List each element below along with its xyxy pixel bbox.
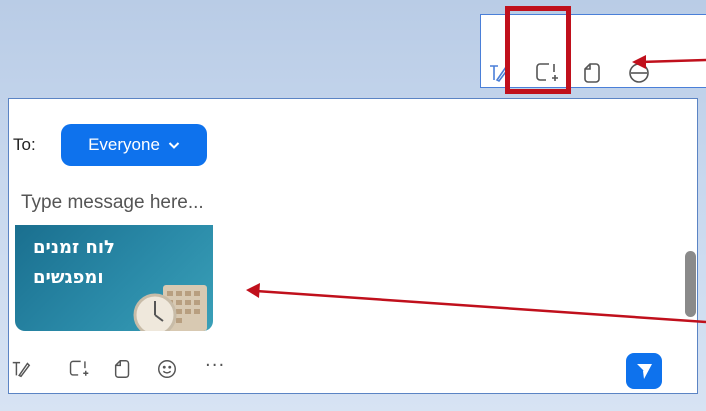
file-icon[interactable] bbox=[579, 59, 607, 87]
image-caption: לוח זמנים ומפגשים bbox=[33, 233, 115, 293]
recipient-dropdown[interactable]: Everyone bbox=[61, 124, 207, 166]
more-icon[interactable]: ··· bbox=[205, 355, 225, 376]
reaction-icon[interactable] bbox=[625, 59, 653, 87]
format-text-icon[interactable] bbox=[9, 357, 33, 381]
chat-toolbar: ··· bbox=[9, 347, 697, 389]
image-caption-line1: לוח זמנים bbox=[33, 237, 115, 258]
image-caption-line2: ומפגשים bbox=[33, 267, 104, 288]
highlight-box bbox=[505, 6, 571, 94]
recipient-label: Everyone bbox=[88, 135, 160, 154]
message-input[interactable] bbox=[21, 185, 661, 221]
file-icon[interactable] bbox=[111, 357, 135, 381]
screenshot-icon[interactable] bbox=[67, 357, 91, 381]
scrollbar-thumb[interactable] bbox=[685, 251, 696, 317]
emoji-icon[interactable] bbox=[155, 357, 179, 381]
chat-panel: To: Everyone לוח זמנים ומפגשים bbox=[8, 98, 698, 394]
send-icon bbox=[635, 363, 652, 379]
to-label: To: bbox=[13, 135, 36, 154]
clock-calendar-icon bbox=[133, 285, 207, 331]
image-attachment[interactable]: לוח זמנים ומפגשים bbox=[15, 225, 213, 331]
send-button[interactable] bbox=[626, 353, 662, 389]
chevron-down-icon bbox=[168, 142, 180, 149]
